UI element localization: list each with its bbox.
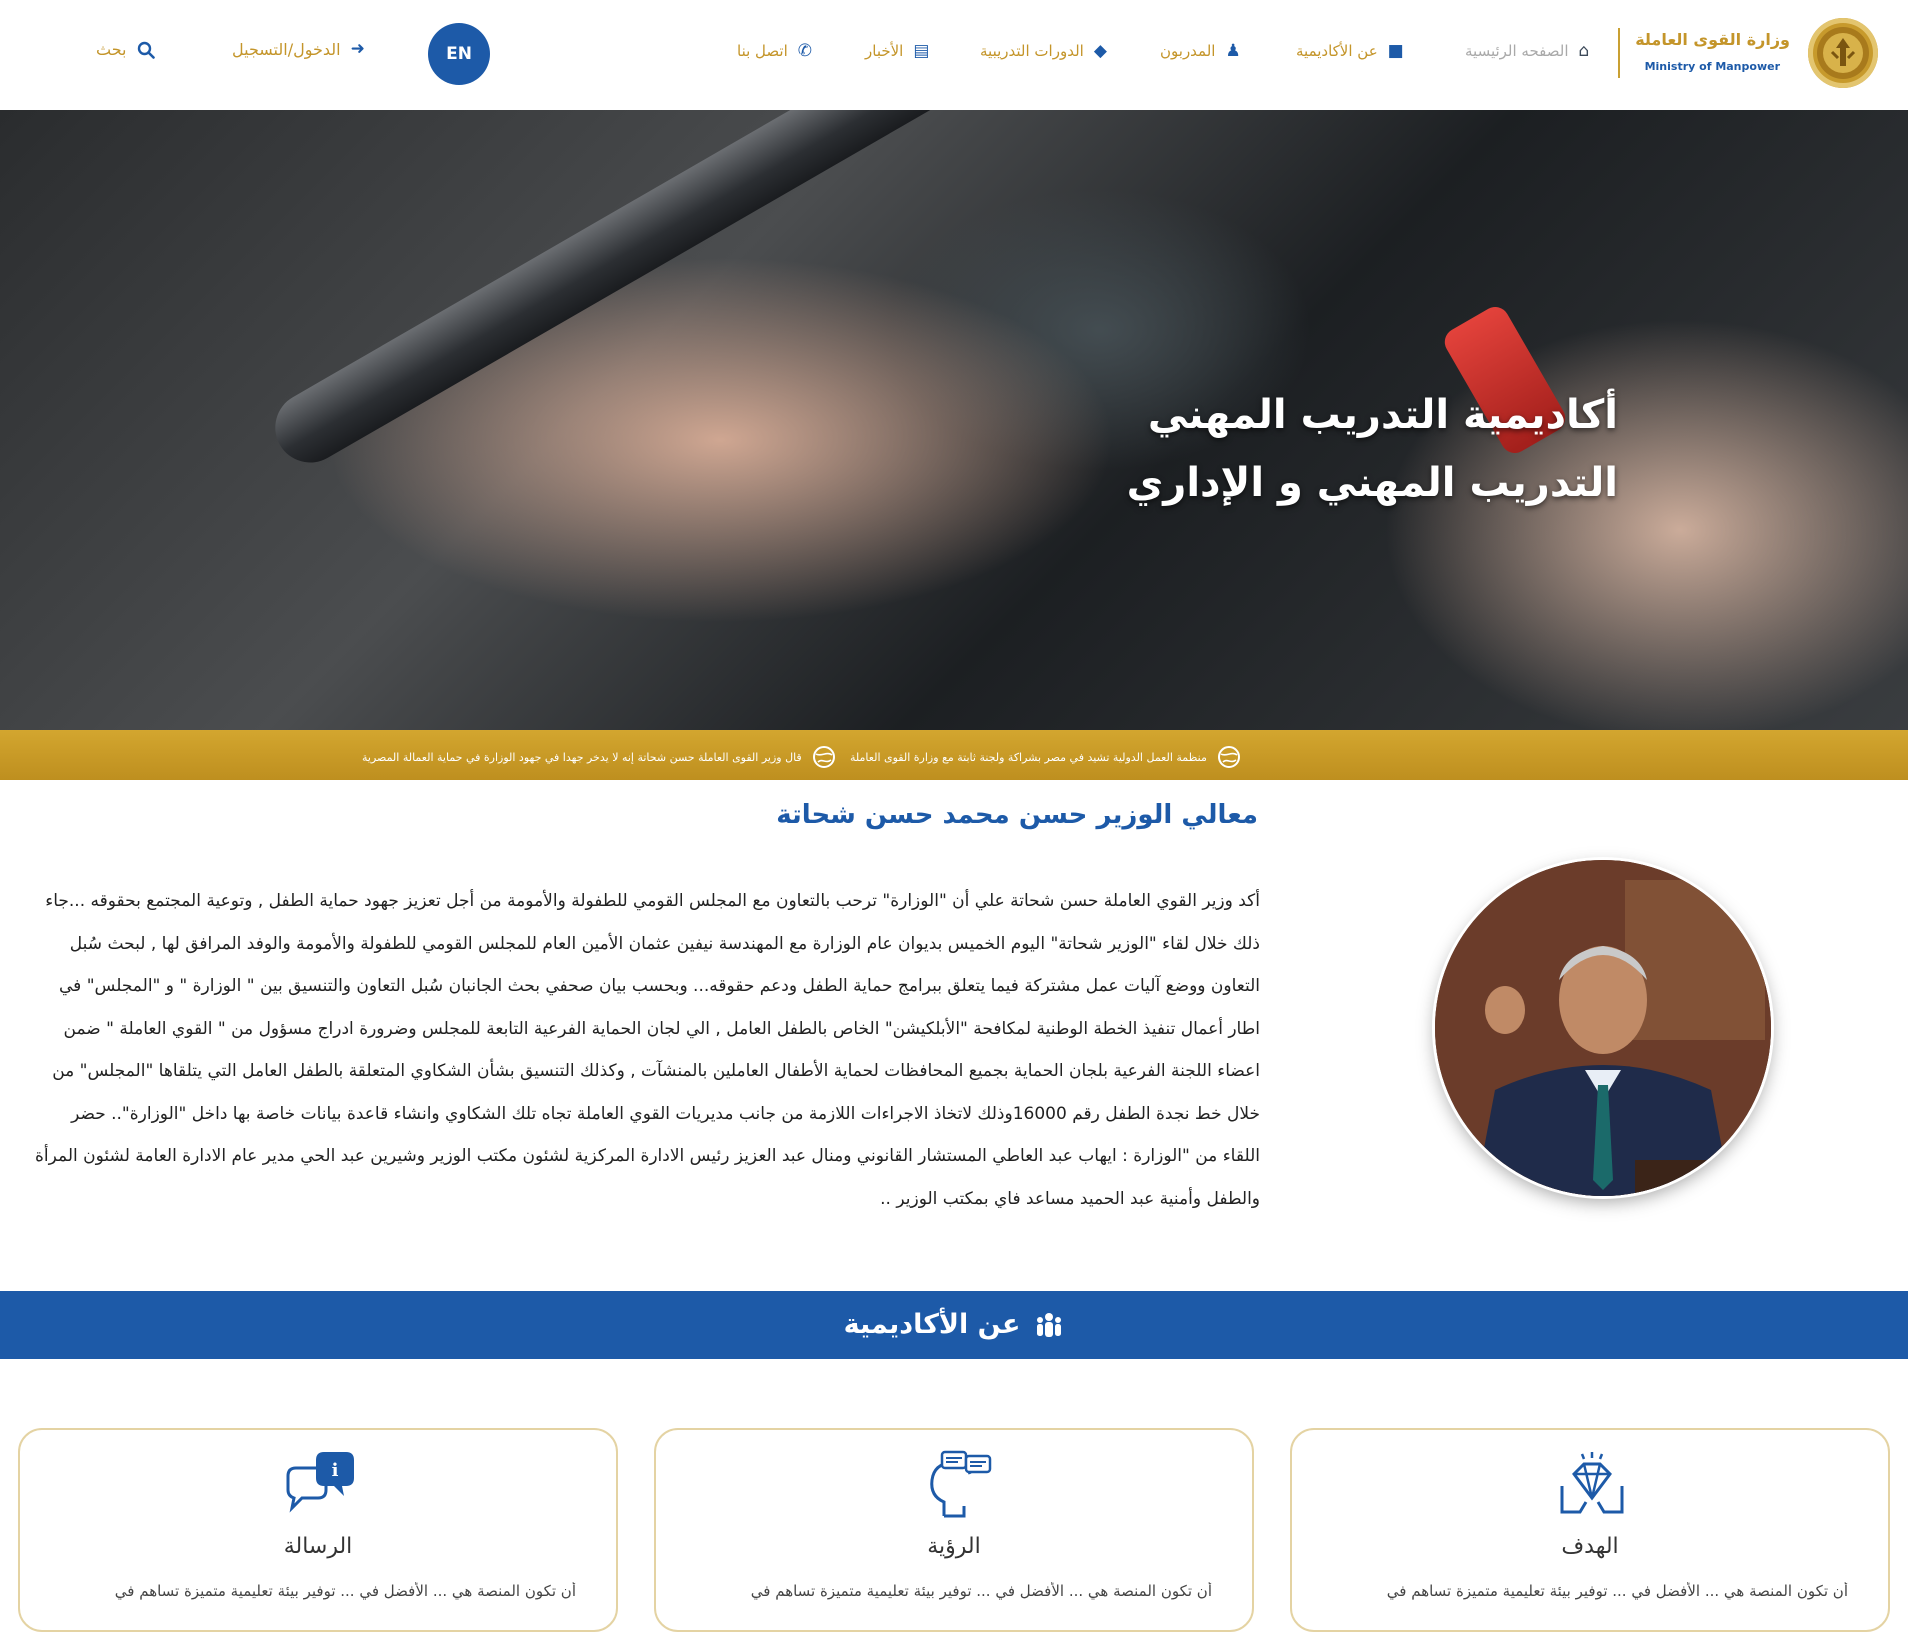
ticker-item[interactable]: منظمة العمل الدولية تشيد في مصر بشراكة و… <box>850 745 1241 769</box>
nav-contact-label: اتصل بنا <box>737 42 788 60</box>
about-section-header: عن الأكاديمية <box>0 1291 1908 1359</box>
hero-banner: أكاديمية التدريب المهني التدريب المهني و… <box>0 110 1908 730</box>
vision-card-title: الرؤية <box>927 1534 981 1559</box>
about-title-label: عن الأكاديمية <box>843 1309 1021 1340</box>
nav-contact[interactable]: ✆ اتصل بنا <box>737 38 812 64</box>
sign-in-icon: ➜ <box>350 39 365 59</box>
search-label: بحث <box>96 40 127 59</box>
logo-title-arabic: وزارة القوى العاملة <box>1635 30 1790 49</box>
logo-title-english: Ministry of Manpower <box>1644 60 1780 73</box>
nav-about-label: عن الأكاديمية <box>1296 42 1378 60</box>
nav-courses[interactable]: ◆ الدورات التدريبية <box>980 38 1107 64</box>
nav-about[interactable]: ■ عن الأكاديمية <box>1296 38 1404 64</box>
ticker-text: منظمة العمل الدولية تشيد في مصر بشراكة و… <box>850 750 1207 764</box>
hero-title: أكاديمية التدريب المهني <box>1147 392 1618 438</box>
message-card-text: أن تكون المنصة هي ... الأفضل في ... توفي… <box>114 1582 576 1600</box>
ministry-emblem-icon[interactable] <box>1808 18 1878 88</box>
search-button[interactable]: بحث <box>96 40 155 59</box>
hero-probe-image <box>262 110 1008 476</box>
nav-news-label: الأخبار <box>865 42 904 60</box>
diamond-hands-icon <box>1560 1452 1624 1514</box>
people-group-icon <box>1037 1312 1062 1337</box>
message-card[interactable]: i الرسالة أن تكون المنصة هي ... الأفضل ف… <box>18 1428 618 1632</box>
nav-home-label: الصفحه الرئيسية <box>1465 42 1569 60</box>
svg-text:i: i <box>332 1460 339 1481</box>
message-card-title: الرسالة <box>283 1534 353 1559</box>
search-icon <box>137 41 155 59</box>
goal-card-title: الهدف <box>1561 1534 1619 1559</box>
login-label: الدخول/التسجيل <box>232 40 341 59</box>
nav-trainers-label: المدربون <box>1160 42 1216 60</box>
newspaper-icon: ▤ <box>913 40 930 61</box>
news-ticker: منظمة العمل الدولية تشيد في مصر بشراكة و… <box>0 730 1908 780</box>
about-title: عن الأكاديمية <box>0 1309 1908 1340</box>
bookmark-icon: ■ <box>1387 40 1404 61</box>
minister-title: معالي الوزير حسن محمد حسن شحاتة <box>776 800 1258 830</box>
hero-subtitle: التدريب المهني و الإداري <box>1126 460 1618 506</box>
vision-card-text: أن تكون المنصة هي ... الأفضل في ... توفي… <box>750 1582 1212 1600</box>
nav-trainers[interactable]: ♟ المدربون <box>1160 38 1241 64</box>
globe-icon <box>812 746 835 768</box>
minister-article-text: أكد وزير القوي العاملة حسن شحاتة علي أن … <box>35 891 1260 1209</box>
graduation-cap-icon: ◆ <box>1093 40 1107 61</box>
globe-icon <box>1217 746 1240 768</box>
home-icon: ⌂ <box>1578 40 1590 61</box>
language-toggle-button[interactable]: EN <box>428 23 490 85</box>
header-divider <box>1618 28 1620 78</box>
login-register-link[interactable]: ➜ الدخول/التسجيل <box>232 40 365 59</box>
vision-card[interactable]: الرؤية أن تكون المنصة هي ... الأفضل في .… <box>654 1428 1254 1632</box>
vision-head-icon <box>930 1450 992 1518</box>
goal-card-text: أن تكون المنصة هي ... الأفضل في ... توفي… <box>1386 1582 1848 1600</box>
ticker-text: قال وزير القوى العاملة حسن شحاتة إنه لا … <box>362 750 802 764</box>
trainer-icon: ♟ <box>1225 40 1241 61</box>
goal-card[interactable]: الهدف أن تكون المنصة هي ... الأفضل في ..… <box>1290 1428 1890 1632</box>
nav-courses-label: الدورات التدريبية <box>980 42 1084 60</box>
site-header: وزارة القوى العاملة Ministry of Manpower… <box>0 0 1908 111</box>
message-bubbles-icon: i <box>286 1452 354 1513</box>
nav-news[interactable]: ▤ الأخبار <box>865 38 929 64</box>
phone-icon: ✆ <box>797 40 812 61</box>
nav-home[interactable]: ⌂ الصفحه الرئيسية <box>1465 38 1589 64</box>
minister-photo <box>1435 860 1771 1196</box>
ticker-item[interactable]: قال وزير القوى العاملة حسن شحاتة إنه لا … <box>362 745 836 769</box>
